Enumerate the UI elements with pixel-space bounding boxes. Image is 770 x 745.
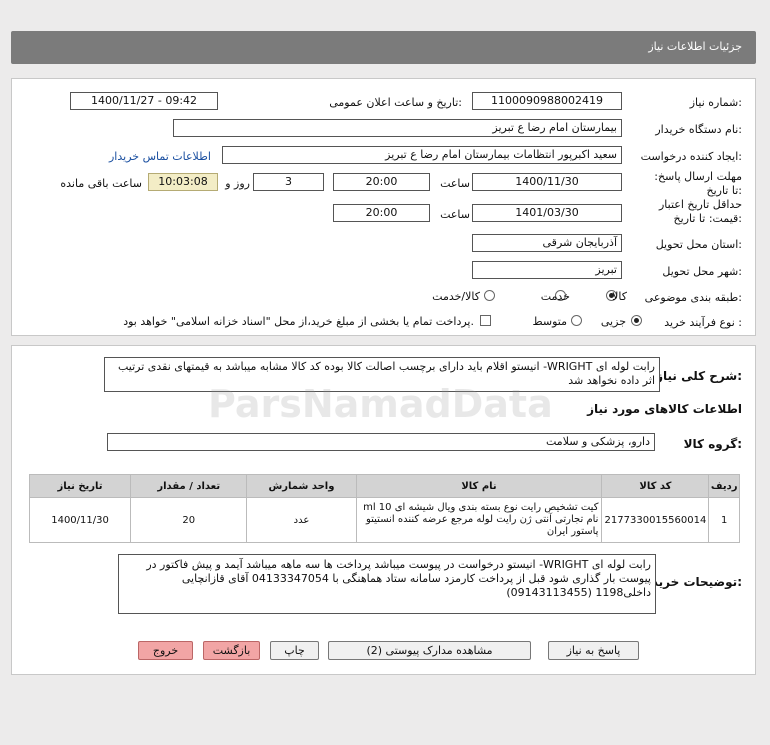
page-title: جزئیات اطلاعات نیاز	[648, 40, 742, 53]
goods-group-label: گروه کالا:	[683, 437, 742, 451]
item-name: کیت تشخیص رایت نوع بسته بندی ویال شیشه ا…	[355, 497, 603, 543]
col-date: تاریخ نیاز	[28, 474, 132, 498]
deadline-label: مهلت ارسال پاسخ: تا تاریخ:	[654, 170, 742, 197]
validity-time-label: ساعت	[440, 208, 470, 221]
purchase-option-medium: متوسط	[532, 315, 567, 328]
need-number-label: شماره نیاز:	[689, 96, 742, 109]
province-label: استان محل تحویل:	[655, 238, 742, 251]
goods-section-header: اطلاعات کالاهای مورد نیاز	[587, 402, 742, 416]
item-qty: 20	[130, 497, 248, 543]
table-row: 1 2177330015560014 کیت تشخیص رایت نوع بس…	[28, 497, 740, 543]
validity-time-field: 20:00	[333, 204, 430, 222]
back-button[interactable]: بازگشت	[203, 641, 260, 660]
validity-label: حداقل تاریخ اعتبار قیمت: تا تاریخ:	[658, 198, 742, 225]
need-number-field: 1100090988002419	[472, 92, 622, 110]
contact-buyer-link[interactable]: اطلاعات تماس خریدار	[109, 150, 211, 163]
col-code: کد کالا	[601, 474, 710, 498]
print-button[interactable]: چاپ	[270, 641, 319, 660]
remaining-label: ساعت باقی مانده	[60, 177, 142, 190]
category-label: طبقه بندی موضوعی:	[644, 291, 742, 304]
days-field: 3	[253, 173, 324, 191]
creator-field: سعید اکبرپور انتظامات بیمارستان امام رضا…	[222, 146, 622, 164]
remaining-time-field: 10:03:08	[148, 173, 218, 191]
payment-note: پرداخت تمام یا بخشی از مبلغ خرید،از محل …	[123, 315, 474, 328]
creator-label: ایجاد کننده درخواست:	[640, 150, 742, 163]
deadline-date-field: 1400/11/30	[472, 173, 622, 191]
deadline-time-label: ساعت	[440, 177, 470, 190]
reply-button[interactable]: پاسخ به نیاز	[548, 641, 639, 660]
announce-field: 1400/11/27 - 09:42	[70, 92, 218, 110]
item-date: 1400/11/30	[28, 497, 132, 543]
city-field: تبریز	[472, 261, 622, 279]
col-qty: تعداد / مقدار	[130, 474, 248, 498]
validity-date-field: 1401/03/30	[472, 204, 622, 222]
province-field: آذربایجان شرقی	[472, 234, 622, 252]
summary-label: شرح کلی نیاز:	[656, 369, 742, 383]
announce-label: تاریخ و ساعت اعلان عمومی:	[329, 96, 462, 109]
buyer-notes-text: رابت لوله ای WRIGHT- انیستو درخواست در پ…	[118, 554, 656, 614]
treasury-checkbox[interactable]	[480, 315, 491, 326]
item-unit: عدد	[246, 497, 357, 543]
exit-button[interactable]: خروج	[138, 641, 193, 660]
purchase-option-minor: جزیی	[600, 315, 626, 328]
page-header: جزئیات اطلاعات نیاز	[11, 31, 756, 64]
purchase-radio-minor[interactable]	[631, 315, 642, 326]
category-option-service: خدمت	[540, 290, 570, 303]
city-label: شهر محل تحویل:	[662, 265, 742, 278]
row-number: 1	[708, 497, 740, 543]
col-row: ردیف	[708, 474, 740, 498]
category-option-goods-service: کالا/خدمت	[432, 290, 480, 303]
days-label: روز و	[225, 177, 250, 190]
col-unit: واحد شمارش	[246, 474, 357, 498]
goods-table: ردیف کد کالا نام کالا واحد شمارش تعداد /…	[28, 474, 740, 543]
buyer-label: نام دستگاه خریدار:	[655, 123, 742, 136]
purchase-radio-medium[interactable]	[571, 315, 582, 326]
category-option-goods: کالا	[612, 290, 627, 303]
buyer-field: بیمارستان امام رضا ع تبریز	[173, 119, 622, 137]
col-name: نام کالا	[355, 474, 603, 498]
view-attachments-button[interactable]: مشاهده مدارک پیوستی (2)	[328, 641, 531, 660]
purchase-type-label: نوع فرآیند خرید :	[664, 316, 742, 329]
item-code: 2177330015560014	[601, 497, 710, 543]
deadline-time-field: 20:00	[333, 173, 430, 191]
goods-group-field: دارو، پزشکی و سلامت	[107, 433, 655, 451]
table-header-row: ردیف کد کالا نام کالا واحد شمارش تعداد /…	[28, 474, 740, 498]
category-radio-goods-service[interactable]	[484, 290, 495, 301]
summary-text: رابت لوله ای WRIGHT- انیستو اقلام باید د…	[104, 357, 660, 392]
